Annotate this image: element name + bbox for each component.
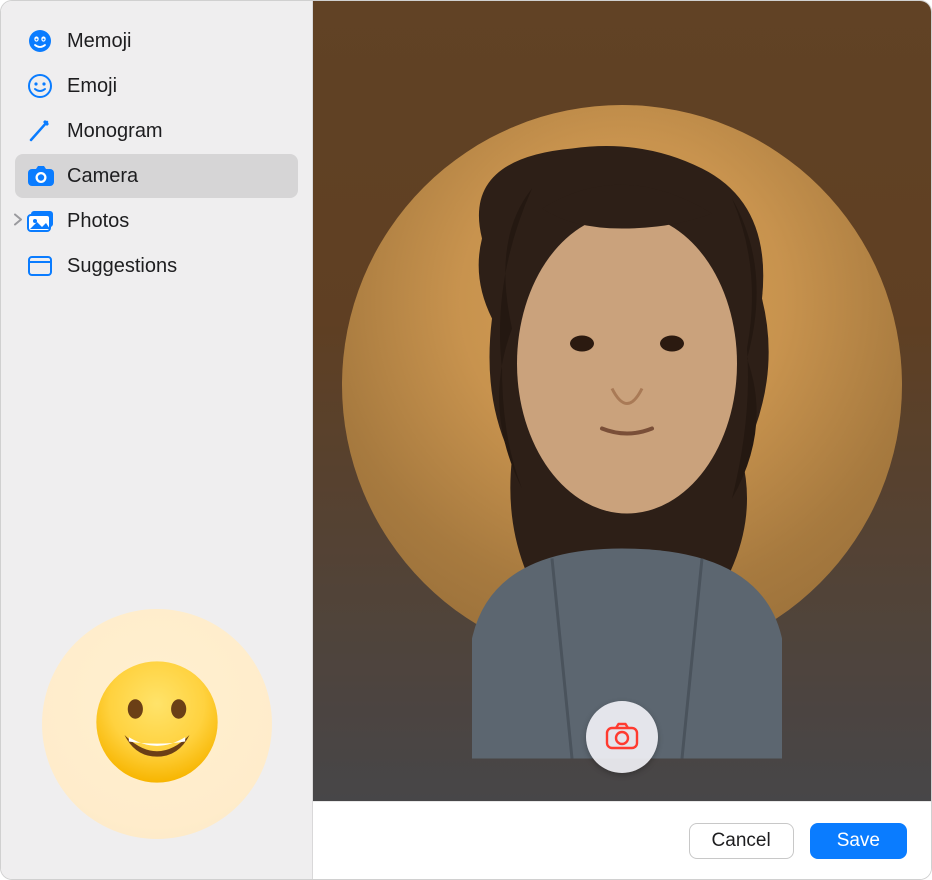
- sidebar-item-label: Memoji: [67, 30, 131, 53]
- sidebar-item-label: Camera: [67, 165, 138, 188]
- sidebar-item-label: Photos: [67, 210, 129, 233]
- suggestions-icon: [27, 255, 57, 277]
- sidebar-item-photos[interactable]: Photos: [15, 199, 298, 243]
- camera-icon: [27, 165, 57, 187]
- photos-icon: [27, 210, 57, 232]
- main-panel: Cancel Save: [313, 1, 931, 879]
- sidebar-item-camera[interactable]: Camera: [15, 154, 298, 198]
- sidebar-item-memoji[interactable]: Memoji: [15, 19, 298, 63]
- camera-shutter-icon: [605, 722, 639, 753]
- camera-subject-placeholder: [342, 119, 902, 764]
- sidebar-item-monogram[interactable]: Monogram: [15, 109, 298, 153]
- monogram-icon: [27, 118, 57, 144]
- sidebar-item-emoji[interactable]: Emoji: [15, 64, 298, 108]
- memoji-icon: [27, 28, 57, 54]
- emoji-icon: [27, 73, 57, 99]
- grinning-face-emoji-icon: [92, 657, 222, 792]
- cancel-button[interactable]: Cancel: [689, 823, 794, 859]
- save-button[interactable]: Save: [810, 823, 907, 859]
- chevron-right-icon: [13, 214, 23, 229]
- capture-button[interactable]: [586, 701, 658, 773]
- sidebar-list: Memoji Emoji Monogram Camera: [15, 19, 298, 288]
- sidebar-item-label: Suggestions: [67, 255, 177, 278]
- footer: Cancel Save: [313, 801, 931, 879]
- sidebar-item-label: Monogram: [67, 120, 163, 143]
- sidebar-item-suggestions[interactable]: Suggestions: [15, 244, 298, 288]
- sidebar: Memoji Emoji Monogram Camera: [1, 1, 313, 879]
- current-avatar-preview: [42, 609, 272, 839]
- sidebar-item-label: Emoji: [67, 75, 117, 98]
- avatar-picker-window: Memoji Emoji Monogram Camera: [0, 0, 932, 880]
- camera-preview: [313, 1, 931, 801]
